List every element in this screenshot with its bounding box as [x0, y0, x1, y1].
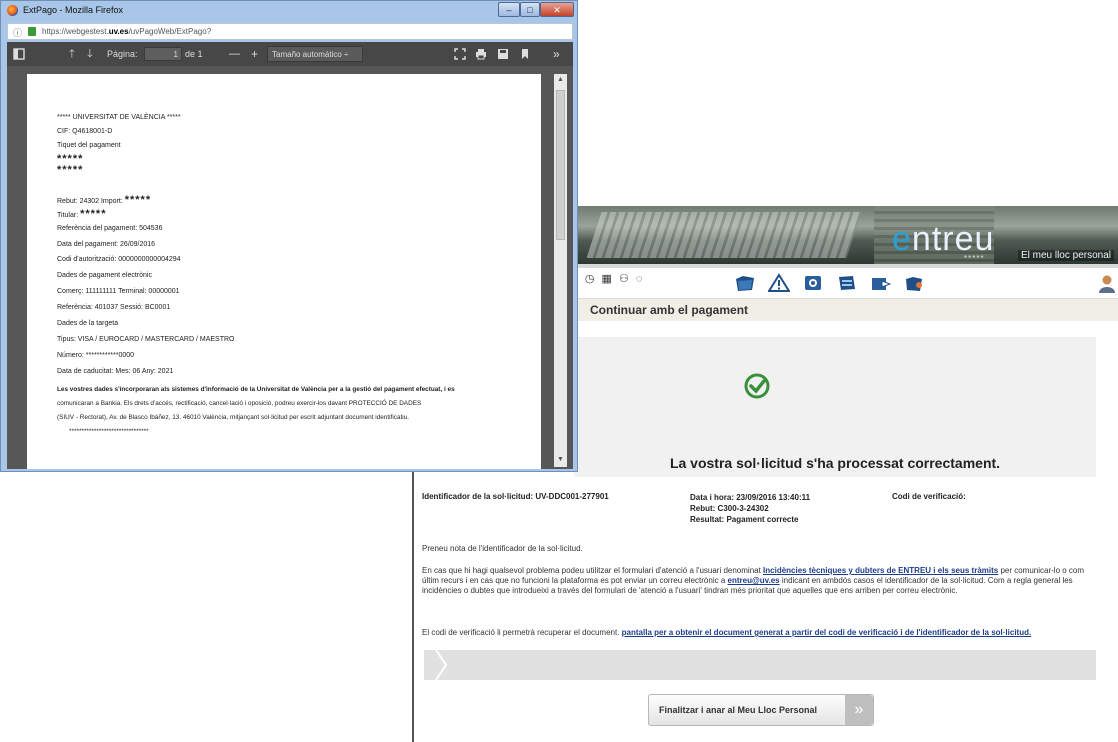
note-paragraph: Preneu nota de l'identificador de la sol… [422, 544, 583, 553]
finish-button[interactable]: Finalitzar i anar al Meu Lloc Personal » [648, 694, 874, 726]
ticket-card-data: Dades de la targeta [57, 320, 119, 327]
verification-paragraph: El codi de verificació li permetrà recup… [422, 628, 1032, 637]
ticket-merchant: Comerç: 111111111 Terminal: 00000001 [57, 288, 180, 295]
legal-stars: ******************************** [69, 428, 149, 435]
print-icon[interactable] [475, 48, 487, 60]
lock-icon[interactable] [28, 27, 36, 36]
ticket-title: Tiquet del pagament [57, 142, 121, 149]
verification-code: Codi de verificació: [892, 492, 966, 501]
logo-stars: ***** [964, 254, 985, 263]
ticket-electronic-payment: Dades de pagament electrònic [57, 272, 152, 279]
request-datetime-block: Data i hora: 23/09/2016 13:40:11 Rebut: … [690, 492, 810, 525]
finish-button-label: Finalitzar i anar al Meu Lloc Personal [659, 705, 818, 715]
page-total: de 1 [185, 49, 203, 59]
ticket-university: ***** UNIVERSITAT DE VALÈNCIA ***** [57, 114, 181, 121]
ticket-reference: Referència del pagament: 504536 [57, 225, 163, 232]
icon-toolbar: • ◷ ▦ ⚇ ◌ [574, 268, 1118, 298]
window-titlebar[interactable]: ExtPago - Mozilla Firefox – □ ✕ [1, 1, 577, 21]
email-link[interactable]: entreu@uv.es [728, 576, 780, 585]
export-icon[interactable] [870, 273, 892, 293]
documents-icon[interactable] [836, 273, 858, 293]
page-label: Página: [107, 49, 138, 59]
fullscreen-icon[interactable] [454, 48, 466, 60]
folder-icon[interactable] [734, 273, 756, 293]
check-icon [744, 373, 770, 399]
firefox-icon [7, 5, 18, 16]
ticket-card-type: Tipus: VISA / EUROCARD / MASTERCARD / MA… [57, 336, 235, 343]
maximize-button[interactable]: □ [520, 2, 540, 17]
request-result: Resultat: Pagament correcte [690, 515, 799, 524]
warning-icon[interactable] [768, 273, 790, 293]
success-panel: La vostra sol·licitud s'ha processat cor… [574, 337, 1096, 477]
scroll-thumb[interactable] [556, 90, 565, 240]
scroll-up-icon[interactable]: ▲ [557, 76, 564, 83]
legal-line-2: comunicaran a Bankia. Els drets d'accés,… [57, 400, 422, 407]
ticket-cif: CIF: Q4618001-D [57, 128, 113, 135]
tagline[interactable]: El meu lloc personal [1017, 250, 1114, 261]
pdf-toolbar: 🡑 🡓 Página: 1 de 1 — + Tamaño automático… [7, 42, 573, 66]
info-icon[interactable]: ⓘ [13, 26, 22, 39]
banner-photo [586, 212, 862, 258]
incidents-form-link[interactable]: Incidències tècniques y dubters de ENTRE… [763, 566, 998, 575]
step-bar [424, 650, 1096, 680]
url-text[interactable]: https://webgestest.uv.es/uvPagoWeb/ExtPa… [42, 27, 211, 36]
ticket-titular: Titular: ***** [57, 208, 107, 220]
ticket-rebut: Rebut: 24302 Import: ***** [57, 194, 152, 206]
zoom-out-button[interactable]: — [229, 42, 240, 66]
zoom-select[interactable]: Tamaño automático ÷ [267, 46, 363, 62]
legal-line-1: Les vostres dades s'incorporaran als sis… [57, 386, 455, 393]
ticket-auth-code: Codi d'autorització: 0000000000004294 [57, 256, 181, 263]
firefox-window: ExtPago - Mozilla Firefox – □ ✕ ⓘ https:… [0, 0, 578, 472]
sidebar-toggle-icon[interactable] [13, 48, 25, 60]
ticket-payment-date: Data del pagament: 26/09/2016 [57, 241, 156, 248]
page-number-input[interactable]: 1 [144, 47, 182, 61]
save-icon[interactable] [497, 48, 509, 60]
mini-icons[interactable]: • ◷ ▦ ⚇ ◌ [574, 272, 644, 285]
ticket-card-number: Número: ************0000 [57, 352, 135, 359]
vertical-scrollbar[interactable]: ▲ ▼ [554, 74, 567, 467]
next-page-icon[interactable]: 🡓 [87, 42, 93, 66]
pdf-viewer: ***** UNIVERSITAT DE VALÈNCIA ***** CIF:… [7, 66, 573, 469]
legal-line-3: (SIUV - Rectorat), Av. de Blasco Ibáñez,… [57, 414, 410, 421]
ticket-expiry: Data de caducitat: Mes: 06 Any: 2021 [57, 368, 174, 375]
minimize-button[interactable]: – [498, 2, 520, 17]
folder-person-icon[interactable] [904, 273, 926, 293]
request-receipt: Rebut: C300-3-24302 [690, 504, 769, 513]
pdf-page: ***** UNIVERSITAT DE VALÈNCIA ***** CIF:… [27, 74, 541, 469]
document-retrieval-link[interactable]: pantalla per a obtenir el document gener… [622, 628, 1032, 637]
ticket-masked-2: ***** [57, 164, 84, 176]
request-datetime: Data i hora: 23/09/2016 13:40:11 [690, 493, 811, 502]
entreu-banner: entreu ***** El meu lloc personal [574, 206, 1118, 264]
page-subtitle: Continuar amb el pagament [590, 303, 749, 317]
page-subtitle-bar: Continuar amb el pagament [574, 298, 1118, 321]
zoom-in-button[interactable]: + [251, 42, 258, 66]
success-title: La vostra sol·licitud s'ha processat cor… [669, 455, 1001, 471]
double-chevron-icon: » [845, 695, 873, 725]
previous-page-icon[interactable]: 🡑 [69, 42, 75, 66]
ticket-session: Referència: 401037 Sessió: BC0001 [57, 304, 171, 311]
address-bar[interactable]: ⓘ https://webgestest.uv.es/uvPagoWeb/Ext… [7, 23, 573, 40]
close-button[interactable]: ✕ [540, 2, 574, 17]
more-tools-button[interactable]: » [553, 42, 560, 66]
window-title: ExtPago - Mozilla Firefox [23, 5, 124, 15]
request-identifier: Identificador de la sol·licitud: UV-DDC0… [422, 492, 609, 501]
bookmark-icon[interactable] [519, 48, 531, 60]
settings-icon[interactable] [802, 273, 824, 293]
help-paragraph: En cas que hi hagi qualsevol problema po… [422, 566, 1085, 595]
scroll-down-icon[interactable]: ▼ [557, 456, 564, 463]
user-icon[interactable] [1098, 274, 1116, 294]
chevron-right-icon [435, 650, 448, 680]
